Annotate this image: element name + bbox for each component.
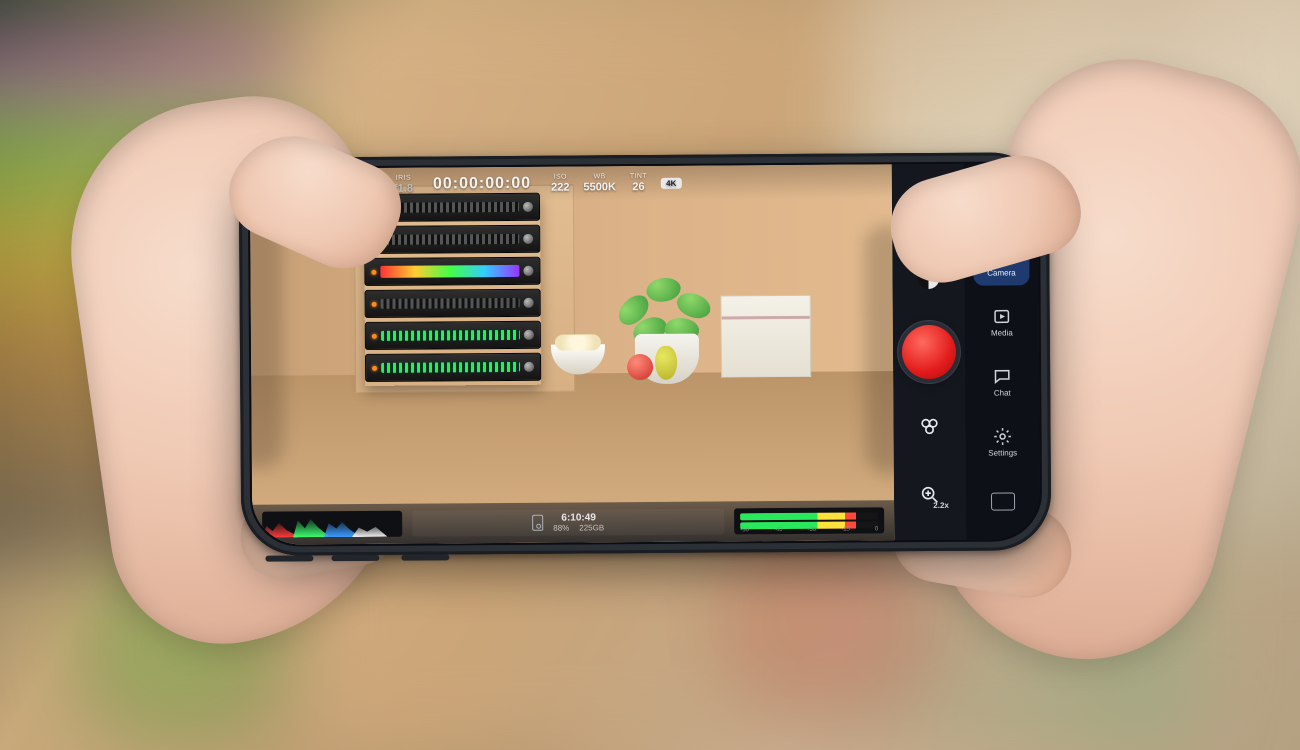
- audio-channel-1: [740, 512, 878, 520]
- iso-label: ISO: [554, 174, 567, 181]
- tab-chat-label: Chat: [994, 388, 1011, 397]
- lens-trio-icon: [918, 415, 940, 437]
- tab-settings-label: Settings: [988, 448, 1017, 457]
- tab-chat[interactable]: Chat: [974, 357, 1030, 405]
- tint-label: TINT: [630, 173, 647, 180]
- scene-pear: [655, 346, 677, 380]
- tab-settings[interactable]: Settings: [974, 417, 1030, 465]
- wb-value: 5500K: [583, 181, 616, 193]
- storage-capacity: 225GB: [579, 523, 604, 532]
- audio-scale: -50 -40 -30 -15 0: [740, 526, 878, 533]
- storage-time-remaining: 6:10:49: [561, 512, 596, 523]
- wb-readout[interactable]: WB 5500K: [583, 173, 616, 193]
- tab-media[interactable]: Media: [974, 297, 1030, 345]
- zoom-value: 2.2x: [933, 501, 949, 510]
- storage-percent: 88%: [553, 524, 569, 533]
- lens-select-button[interactable]: [907, 404, 951, 448]
- tint-value: 26: [632, 181, 644, 193]
- wb-label: WB: [594, 173, 606, 180]
- zoom-button[interactable]: 2.2x: [908, 473, 952, 517]
- storage-indicator[interactable]: 6:10:49 88% 225GB: [412, 508, 724, 536]
- resolution-badge[interactable]: 4K: [661, 177, 681, 188]
- phone-storage-icon: [532, 515, 543, 531]
- scene-boxes: [721, 295, 812, 378]
- iris-label: IRIS: [396, 175, 411, 182]
- tint-readout[interactable]: TINT 26: [630, 173, 647, 193]
- gear-icon: [993, 426, 1013, 446]
- record-button[interactable]: [902, 325, 956, 379]
- chat-icon: [992, 366, 1012, 386]
- histogram[interactable]: [262, 511, 402, 538]
- iso-readout[interactable]: ISO 222: [551, 174, 569, 194]
- scene-apple: [627, 354, 653, 380]
- audio-meters[interactable]: -50 -40 -30 -15 0: [734, 507, 884, 534]
- iso-value: 222: [551, 182, 569, 194]
- window-toggle-button[interactable]: [975, 477, 1031, 525]
- tab-media-label: Media: [991, 328, 1013, 337]
- timecode[interactable]: 00:00:00:00: [433, 175, 531, 194]
- window-icon: [991, 492, 1015, 510]
- viewfinder-bottom-overlay: 6:10:49 88% 225GB -50 -40 -30 -15: [252, 500, 894, 544]
- media-icon: [992, 306, 1012, 326]
